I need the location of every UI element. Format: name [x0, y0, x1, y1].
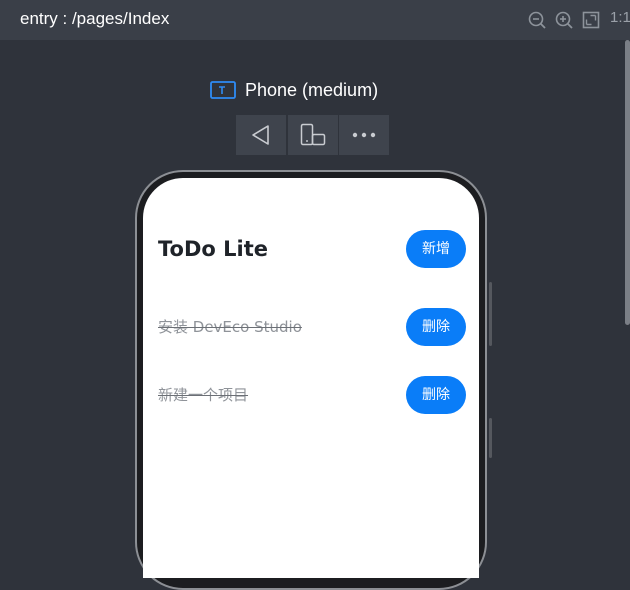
- device-type-icon: [210, 81, 236, 99]
- more-icon: [352, 132, 376, 138]
- todo-item-text[interactable]: 安装 DevEco Studio: [158, 308, 302, 346]
- add-button[interactable]: 新增: [406, 230, 466, 268]
- device-label: Phone (medium): [210, 78, 378, 102]
- back-button[interactable]: [236, 115, 286, 155]
- todo-item: 安装 DevEco Studio 删除: [143, 308, 479, 346]
- todo-item-text[interactable]: 新建一个项目: [158, 376, 248, 414]
- phone-side-button: [489, 282, 492, 346]
- phone-volume-button: [489, 418, 492, 458]
- phone-screen: ToDo Lite 新增 安装 DevEco Studio 删除 新建一个项目 …: [143, 178, 479, 578]
- device-controls: [236, 115, 389, 155]
- zoom-ratio-button[interactable]: 1:1: [610, 9, 630, 26]
- page-path-title: entry : /pages/Index: [20, 9, 170, 28]
- previewer-toolbar: entry : /pages/Index 1:1: [0, 0, 630, 40]
- rotate-device-icon: [300, 123, 325, 146]
- back-icon: [252, 125, 269, 145]
- app-header: ToDo Lite 新增: [143, 230, 479, 268]
- fit-screen-icon[interactable]: [581, 10, 601, 30]
- zoom-out-icon[interactable]: [527, 10, 547, 30]
- rotate-device-button[interactable]: [287, 115, 338, 155]
- delete-button[interactable]: 删除: [406, 308, 466, 346]
- zoom-in-icon[interactable]: [554, 10, 574, 30]
- app-title: ToDo Lite: [158, 237, 268, 261]
- todo-item: 新建一个项目 删除: [143, 376, 479, 414]
- delete-button[interactable]: 删除: [406, 376, 466, 414]
- device-name: Phone (medium): [245, 79, 379, 100]
- more-options-button[interactable]: [339, 115, 389, 155]
- vertical-scrollbar[interactable]: [625, 40, 630, 325]
